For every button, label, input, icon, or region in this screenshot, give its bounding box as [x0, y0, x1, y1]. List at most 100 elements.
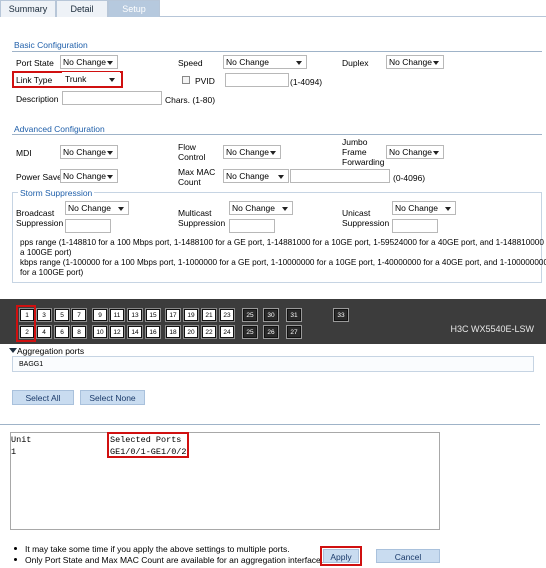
port-17[interactable]: 17: [165, 308, 181, 322]
port-6[interactable]: 6: [54, 325, 70, 339]
pvid-hint: (1-4094): [290, 77, 323, 87]
power-save-select[interactable]: No Change: [60, 169, 118, 183]
kbps-range-line: kbps range (1-100000 for a 100 Mbps port…: [20, 258, 546, 267]
divider: [0, 424, 540, 425]
speed-value: No Change: [226, 57, 270, 67]
port-5[interactable]: 5: [54, 308, 70, 322]
port-22[interactable]: 22: [201, 325, 217, 339]
port-31[interactable]: 31: [286, 308, 302, 322]
collapse-arrow-icon[interactable]: [9, 348, 17, 353]
tab-setup[interactable]: Setup: [108, 0, 160, 17]
select-all-button[interactable]: Select All: [12, 390, 74, 405]
port-14[interactable]: 14: [127, 325, 143, 339]
port-4[interactable]: 4: [36, 325, 52, 339]
broadcast-input[interactable]: [65, 219, 111, 233]
port-11[interactable]: 11: [109, 308, 125, 322]
unicast-label-line: Unicast: [342, 208, 371, 218]
pvid-input[interactable]: [225, 73, 289, 87]
broadcast-label-line: Broadcast: [16, 208, 55, 218]
port-26[interactable]: 26: [263, 325, 279, 339]
bullet-icon: [14, 547, 17, 550]
jumbo-label-line: Jumbo: [342, 137, 368, 147]
broadcast-value: No Change: [68, 203, 112, 213]
apply-button[interactable]: Apply: [323, 549, 359, 563]
unicast-select[interactable]: No Change: [392, 201, 456, 215]
multicast-label-line: Suppression: [178, 218, 226, 228]
aggregation-item[interactable]: BAGG1: [19, 361, 43, 368]
flow-control-label-line: Control: [178, 152, 206, 162]
chevron-down-icon: [107, 151, 113, 155]
port-24[interactable]: 24: [219, 325, 235, 339]
note-line: Only Port State and Max MAC Count are av…: [25, 555, 324, 565]
port-10[interactable]: 10: [92, 325, 108, 339]
broadcast-label-line: Suppression: [16, 218, 64, 228]
flow-control-label: Flow Control: [178, 142, 205, 162]
chevron-down-icon: [107, 175, 113, 179]
cancel-button[interactable]: Cancel: [376, 549, 440, 563]
speed-select[interactable]: No Change: [223, 55, 307, 69]
port-18[interactable]: 18: [165, 325, 181, 339]
jumbo-label-line: Forwarding: [342, 157, 385, 167]
port-20[interactable]: 20: [183, 325, 199, 339]
port-25[interactable]: 25: [242, 325, 258, 339]
port-23[interactable]: 23: [219, 308, 235, 322]
flow-control-select[interactable]: No Change: [223, 145, 281, 159]
multicast-select[interactable]: No Change: [229, 201, 293, 215]
unicast-label-line: Suppression: [342, 218, 390, 228]
max-mac-hint: (0-4096): [393, 173, 426, 183]
selected-ports-header: Selected Ports: [110, 435, 182, 445]
max-mac-select[interactable]: No Change: [223, 169, 289, 183]
divider: [12, 51, 542, 52]
port-21[interactable]: 21: [201, 308, 217, 322]
port-3[interactable]: 3: [36, 308, 52, 322]
flow-control-label-line: Flow: [178, 142, 196, 152]
divider: [12, 134, 542, 135]
port-19[interactable]: 19: [183, 308, 199, 322]
port-state-select[interactable]: No Change: [60, 55, 118, 69]
chevron-down-icon: [118, 207, 124, 211]
broadcast-select[interactable]: No Change: [65, 201, 129, 215]
pps-range-line: a 100GE port): [20, 248, 72, 257]
max-mac-label-line: Count: [178, 177, 201, 187]
port-16[interactable]: 16: [145, 325, 161, 339]
jumbo-frame-select[interactable]: No Change: [386, 145, 444, 159]
port-30[interactable]: 30: [263, 308, 279, 322]
description-input[interactable]: [62, 91, 162, 105]
multicast-input[interactable]: [229, 219, 275, 233]
chevron-down-icon: [433, 151, 439, 155]
tab-summary[interactable]: Summary: [0, 0, 56, 17]
unicast-label: Unicast Suppression: [342, 208, 389, 228]
link-type-select[interactable]: Trunk: [62, 72, 120, 86]
port-9[interactable]: 9: [92, 308, 108, 322]
device-panel: 1 3 5 7 9 11 13 15 17 19 21 23 25 30 31 33 2 4 6 8 10 12 14 16 1…: [0, 299, 546, 344]
port-7[interactable]: 7: [71, 308, 87, 322]
selected-ports-value: GE1/0/1-GE1/0/2: [110, 447, 187, 457]
pvid-checkbox[interactable]: [182, 76, 190, 84]
device-model: H3C WX5540E-LSW: [450, 324, 534, 334]
chevron-down-icon: [109, 78, 115, 82]
port-8[interactable]: 8: [71, 325, 87, 339]
port-13[interactable]: 13: [127, 308, 143, 322]
tab-bar: Summary Detail Setup: [0, 0, 546, 17]
basic-config-title: Basic Configuration: [14, 40, 88, 50]
port-27[interactable]: 27: [286, 325, 302, 339]
tab-detail[interactable]: Detail: [56, 0, 108, 17]
chevron-down-icon: [270, 151, 276, 155]
chevron-down-icon: [278, 175, 284, 179]
duplex-value: No Change: [389, 57, 433, 67]
unicast-input[interactable]: [392, 219, 438, 233]
aggregation-list: [12, 356, 534, 372]
port-12[interactable]: 12: [109, 325, 125, 339]
chevron-down-icon: [296, 61, 302, 65]
max-mac-input[interactable]: [290, 169, 390, 183]
mdi-select[interactable]: No Change: [60, 145, 118, 159]
duplex-select[interactable]: No Change: [386, 55, 444, 69]
port-25[interactable]: 25: [242, 308, 258, 322]
max-mac-value: No Change: [226, 171, 270, 181]
port-33[interactable]: 33: [333, 308, 349, 322]
jumbo-frame-label: Jumbo Frame Forwarding: [342, 137, 385, 167]
select-none-button[interactable]: Select None: [80, 390, 145, 405]
broadcast-label: Broadcast Suppression: [16, 208, 63, 228]
port-15[interactable]: 15: [145, 308, 161, 322]
speed-label: Speed: [178, 58, 203, 68]
